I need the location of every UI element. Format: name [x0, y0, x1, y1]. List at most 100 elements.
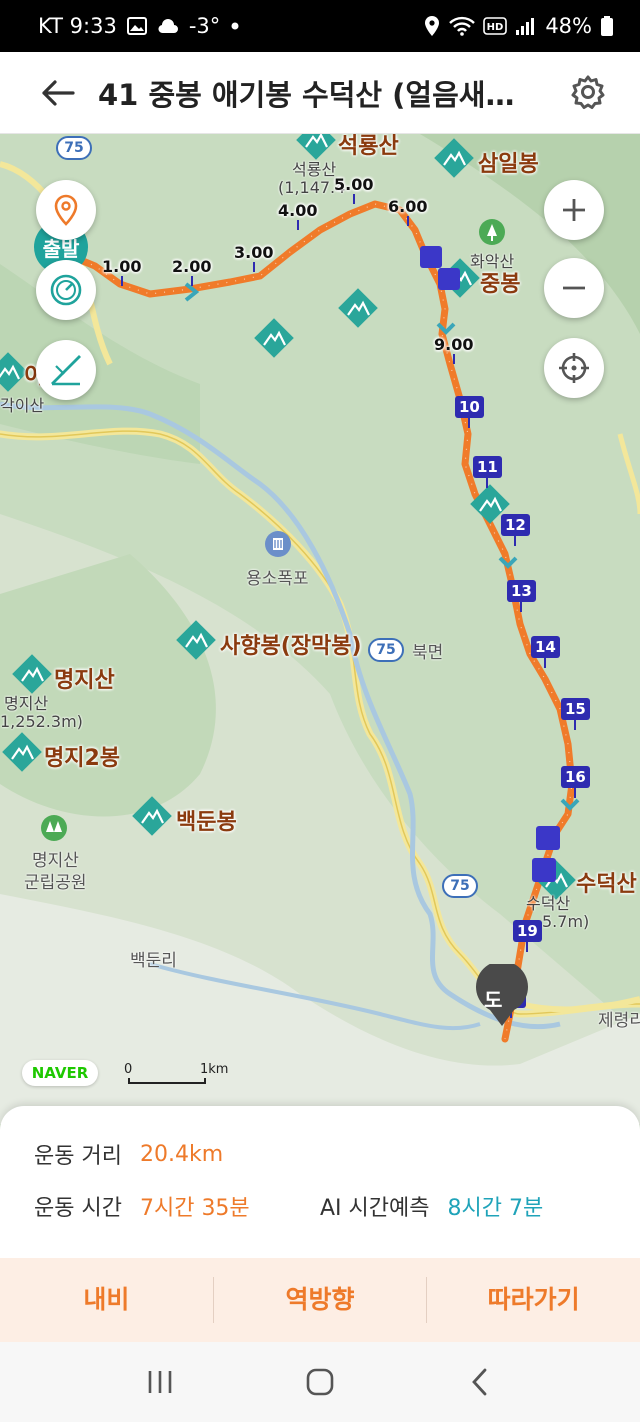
slope-icon [51, 355, 81, 386]
location-pin-icon [54, 194, 78, 226]
peak-sub-myeongjisan: 명지산 [4, 694, 49, 713]
gallery-icon [126, 17, 147, 35]
recents-icon [148, 1371, 172, 1393]
map-view[interactable]: 75 75 75 석룡산 삼일봉 중봉 이산 사향봉(장막봉) 명지산 명지2봉… [0, 134, 640, 1124]
map-scale: 0 1km [124, 1060, 234, 1086]
distance-row: 운동 거리 20.4km [34, 1138, 223, 1170]
peak-sub-sudeoksan-elev: 5.7m) [542, 912, 590, 931]
ai-time-label: AI 시간예측 [320, 1196, 430, 1221]
gear-icon [571, 75, 605, 109]
signal-icon [516, 18, 535, 35]
reverse-button[interactable]: 역방향 [214, 1276, 427, 1324]
route-badge-75: 75 [442, 874, 478, 898]
mountain-icon [176, 620, 216, 660]
peak-label-baekdunbong: 백둔봉 [176, 810, 237, 835]
time-label: 운동 시간 [34, 1196, 122, 1221]
km-marker[interactable]: 19 [513, 920, 542, 952]
battery-percent: 48% [545, 14, 592, 38]
back-button[interactable] [36, 71, 80, 115]
peak-sub-aegi: 각이산 [0, 396, 45, 415]
location-icon [425, 16, 440, 36]
km-marker[interactable]: 5.00 [334, 176, 373, 204]
km-marker[interactable]: 3.00 [234, 244, 273, 272]
zoom-in-button[interactable] [544, 180, 604, 240]
wifi-icon [449, 16, 476, 36]
scale-line [128, 1078, 206, 1084]
location-pin-button[interactable] [36, 180, 96, 240]
place-label-yongso: 용소폭포 [246, 569, 309, 589]
zoom-out-button[interactable] [544, 258, 604, 318]
peak-label-myeongjisan: 명지산 [54, 668, 115, 693]
time-value: 7시간 35분 [139, 1196, 250, 1221]
place-label-bukmyeon: 북면 [412, 643, 444, 663]
distance-label: 운동 거리 [34, 1144, 122, 1169]
km-marker[interactable]: 1.00 [102, 258, 141, 286]
gauge-icon [50, 274, 82, 306]
forest-icon [41, 815, 67, 841]
elevation-button[interactable] [36, 340, 96, 400]
km-marker[interactable]: 13 [507, 580, 536, 612]
svg-text:HD: HD [487, 22, 504, 33]
distance-value: 20.4km [139, 1141, 224, 1167]
peak-sub-sudeoksan: 수덕산 [526, 894, 571, 913]
arrow-left-icon [42, 79, 75, 106]
km-marker[interactable]: 10 [455, 396, 484, 428]
km-marker[interactable]: 2.00 [172, 258, 211, 286]
peak-sub-myeongjisan-elev: 1,252.3m) [0, 712, 83, 731]
scale-zero: 0 [124, 1062, 133, 1077]
waypoint-marker[interactable] [532, 858, 556, 882]
km-marker[interactable]: 14 [531, 636, 560, 668]
km-marker[interactable]: 15 [561, 698, 590, 730]
minus-icon [563, 286, 585, 290]
crosshair-icon [559, 353, 589, 383]
peak-label-sahyangbong: 사향봉(장막봉) [220, 634, 362, 659]
dot-icon [231, 22, 239, 30]
mountain-icon [338, 288, 378, 328]
chevron-left-icon [472, 1368, 487, 1396]
home-icon [306, 1368, 334, 1396]
place-label-baekdunri: 백둔리 [130, 951, 177, 971]
route-badge-75: 75 [56, 136, 92, 160]
time-row: 운동 시간 7시간 35분 [34, 1190, 250, 1222]
home-button[interactable] [290, 1352, 350, 1412]
ai-time-row: AI 시간예측 8시간 7분 [320, 1190, 543, 1222]
km-marker[interactable]: 12 [501, 514, 530, 546]
follow-button[interactable]: 따라가기 [427, 1276, 640, 1324]
navi-button[interactable]: 내비 [0, 1276, 213, 1324]
route-badge-75: 75 [368, 638, 404, 662]
km-marker[interactable]: 9.00 [434, 336, 473, 364]
waypoint-marker[interactable] [536, 826, 560, 850]
km-marker[interactable]: 11 [473, 456, 502, 488]
naver-logo: NAVER [22, 1060, 98, 1086]
recents-button[interactable] [130, 1352, 190, 1412]
mountain-icon [434, 138, 474, 178]
end-marker-label: 도 [484, 988, 503, 1012]
battery-icon [601, 16, 613, 36]
peak-label-samilbong: 삼일봉 [478, 152, 539, 177]
waterfall-icon [265, 531, 291, 557]
screen: KT 9:33 -3° HD 48% 41 중봉 애기봉 수덕산 (얼음새… 7… [0, 0, 640, 1422]
forest-icon [479, 219, 505, 245]
km-marker[interactable]: 6.00 [388, 198, 427, 226]
status-time: KT 9:33 [38, 14, 117, 38]
compass-button[interactable] [36, 260, 96, 320]
app-header: 41 중봉 애기봉 수덕산 (얼음새… [0, 52, 640, 134]
km-marker[interactable]: 4.00 [278, 202, 317, 230]
my-location-button[interactable] [544, 338, 604, 398]
waypoint-marker[interactable] [420, 246, 442, 268]
peak-sub-hwaaksan: 화악산 [470, 252, 515, 271]
place-label-park-2: 군립공원 [24, 873, 87, 893]
peak-label-sudeoksan: 수덕산 [576, 872, 637, 897]
waypoint-marker[interactable] [438, 268, 460, 290]
peak-label-seokryongsan: 석룡산 [338, 134, 399, 159]
page-title: 41 중봉 애기봉 수덕산 (얼음새… [98, 77, 515, 112]
settings-button[interactable] [566, 70, 610, 114]
system-back-button[interactable] [450, 1352, 510, 1412]
mountain-icon [12, 654, 52, 694]
mountain-icon [2, 732, 42, 772]
place-label-jeryeong: 제령리 [598, 1011, 640, 1031]
hd-icon: HD [483, 17, 508, 35]
status-bar: KT 9:33 -3° HD 48% [0, 0, 640, 52]
cloud-icon [158, 19, 178, 34]
km-marker[interactable]: 16 [561, 766, 590, 798]
